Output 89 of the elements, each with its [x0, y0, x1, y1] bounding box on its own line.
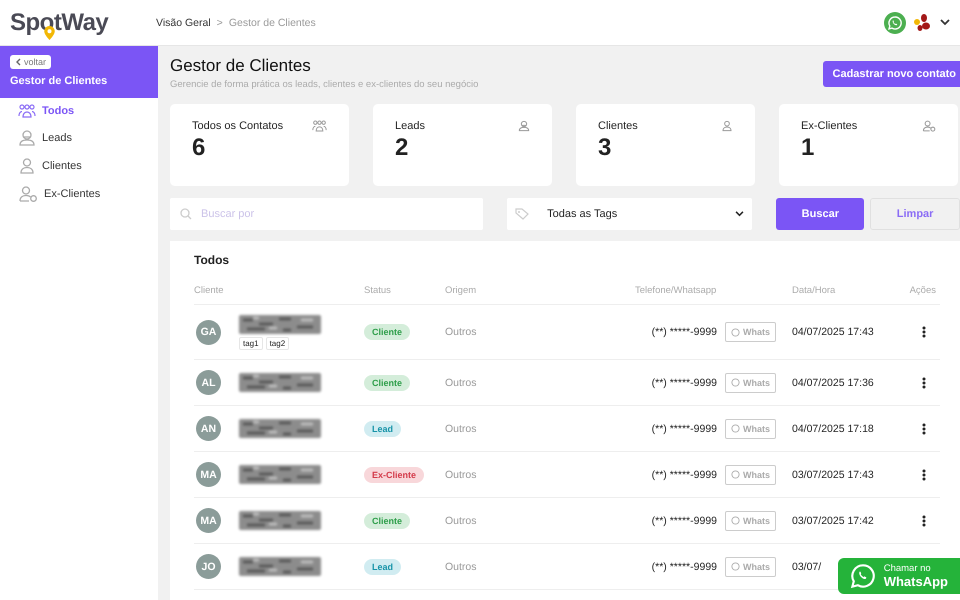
origin-text: Outros	[445, 326, 477, 338]
more-vertical-icon[interactable]	[922, 514, 926, 526]
more-vertical-icon[interactable]	[922, 376, 926, 388]
avatar-initials: GA	[196, 320, 221, 344]
stat-label: Ex-Clientes	[801, 120, 858, 132]
people-icon	[18, 104, 36, 118]
column-header: Status	[364, 285, 392, 296]
back-button[interactable]: voltar	[10, 55, 52, 69]
date-time: 04/07/2025 17:36	[792, 376, 874, 388]
phone-number: (**) *****-9999	[652, 376, 717, 388]
avatar-initials: AL	[196, 370, 221, 395]
tag-chip: tag2	[266, 336, 290, 350]
avatar-initials: AN	[196, 416, 221, 441]
people-icon	[312, 120, 327, 132]
date-time: 03/07/	[792, 560, 822, 572]
avatar-initials: MA	[196, 508, 221, 533]
date-time: 04/07/2025 17:18	[792, 422, 874, 434]
origin-text: Outros	[445, 560, 477, 572]
phone-number: (**) *****-9999	[652, 560, 717, 572]
circle-icon	[731, 424, 740, 433]
breadcrumb-link[interactable]: Visão Geral	[156, 16, 211, 28]
tag-chip: tag1	[239, 336, 263, 350]
status-badge: Lead	[364, 420, 402, 436]
stat-value: 3	[598, 134, 612, 162]
page-title: Gestor de Clientes	[170, 56, 312, 76]
date-time: 03/07/2025 17:42	[792, 514, 874, 526]
person-icon	[518, 120, 530, 132]
date-time: 03/07/2025 17:43	[792, 468, 874, 480]
date-time: 04/07/2025 17:43	[792, 326, 874, 338]
origin-text: Outros	[445, 468, 477, 480]
chevron-down-icon	[735, 211, 744, 217]
person-remove-icon	[922, 120, 936, 132]
origin-text: Outros	[445, 514, 477, 526]
stat-value: 2	[395, 134, 410, 162]
spotway-logo[interactable]: SpotWay	[10, 8, 150, 36]
sidebar-title: Gestor de Clientes	[10, 75, 108, 87]
breadcrumb-separator: >	[216, 16, 223, 28]
origin-text: Outros	[445, 376, 477, 388]
sidebar-item[interactable]: Ex-Clientes	[0, 180, 158, 208]
whatsapp-icon	[850, 563, 876, 589]
stat-label: Todos os Contatos	[192, 120, 284, 132]
chevron-left-icon	[15, 58, 21, 66]
avatar-initials: MA	[196, 462, 221, 487]
tags-dropdown[interactable]: Todas as Tags	[507, 198, 752, 230]
person-icon	[18, 130, 36, 146]
status-badge: Cliente	[364, 512, 410, 528]
circle-icon	[731, 516, 740, 525]
origin-text: Outros	[445, 422, 477, 434]
phone-number: (**) *****-9999	[652, 514, 717, 526]
sidebar-item[interactable]: Leads	[0, 124, 158, 152]
stat-label: Leads	[395, 120, 425, 132]
clear-button[interactable]: Limpar	[870, 198, 960, 230]
status-badge: Ex-Cliente	[364, 466, 424, 482]
sidebar-item[interactable]: Clientes	[0, 152, 158, 180]
person-icon	[721, 120, 733, 132]
more-vertical-icon[interactable]	[922, 468, 926, 480]
column-header: Data/Hora	[792, 285, 836, 296]
circle-icon	[731, 328, 740, 336]
phone-number: (**) *****-9999	[652, 326, 717, 338]
avatar-initials: JO	[196, 554, 221, 579]
phone-number: (**) *****-9999	[652, 468, 717, 480]
column-header: Telefone/Whatsapp	[635, 285, 718, 296]
stat-label: Clientes	[598, 120, 638, 132]
column-header: Ações	[908, 285, 937, 296]
status-badge: Cliente	[364, 374, 410, 390]
person-remove-icon	[18, 186, 38, 202]
search-field[interactable]: Buscar por	[170, 198, 484, 230]
new-contact-button[interactable]: Cadastrar novo contato	[822, 61, 960, 87]
circle-icon	[731, 378, 740, 387]
more-vertical-icon[interactable]	[922, 326, 926, 338]
tag-icon	[515, 208, 530, 220]
more-vertical-icon[interactable]	[922, 422, 926, 434]
phone-number: (**) *****-9999	[652, 422, 717, 434]
circle-icon	[731, 470, 740, 479]
status-badge: Cliente	[364, 324, 410, 340]
circle-icon	[731, 562, 740, 571]
person-icon	[18, 158, 36, 174]
table-title: Todos	[194, 253, 230, 267]
whatsapp-icon[interactable]	[884, 12, 906, 34]
stat-value: 1	[801, 134, 816, 162]
sidebar-item[interactable]: Todos	[0, 98, 158, 124]
stat-value: 6	[192, 134, 206, 162]
search-button[interactable]: Buscar	[776, 198, 864, 230]
page-subtitle: Gerencie de forma prática os leads, clientes e ex-clientes do seu negócio	[170, 79, 478, 90]
column-header: Origem	[445, 285, 478, 296]
whatsapp-chat-button[interactable]: Chamar no WhatsApp	[838, 558, 960, 594]
status-badge: Lead	[364, 558, 402, 574]
column-header: Cliente	[194, 285, 225, 296]
chevron-down-icon[interactable]	[940, 19, 950, 26]
